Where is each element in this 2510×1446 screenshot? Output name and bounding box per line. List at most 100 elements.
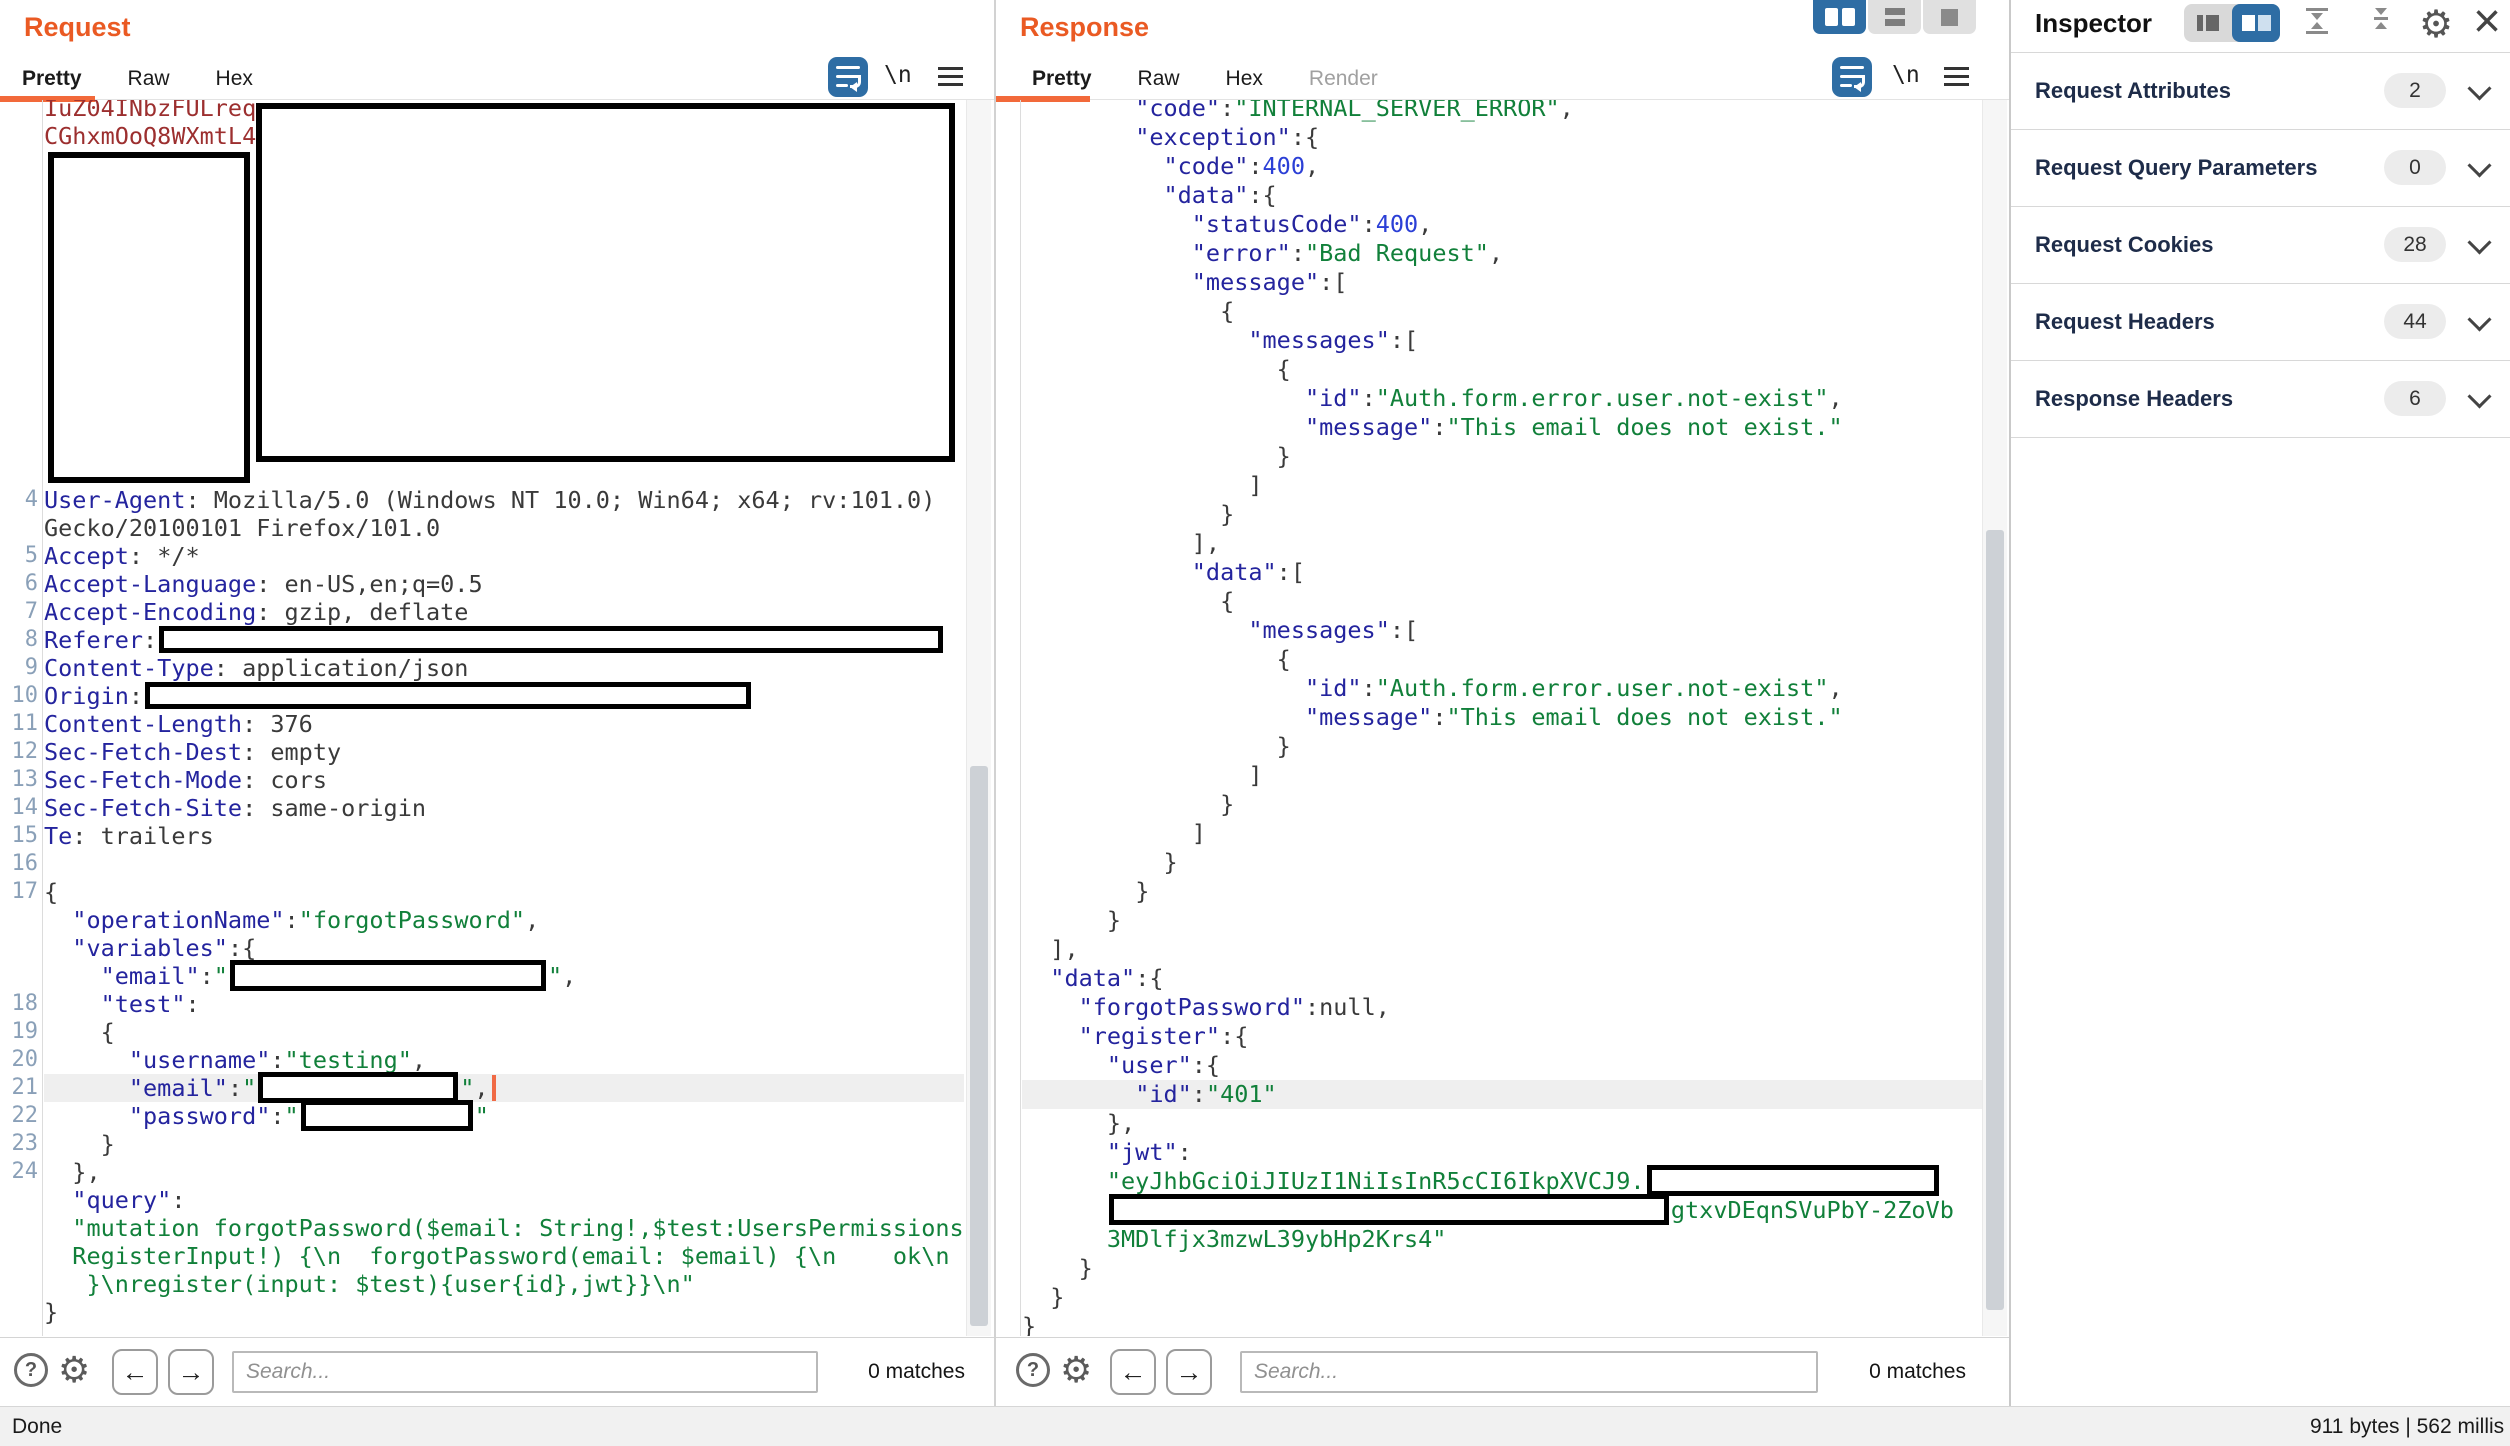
tab-hex[interactable]: Hex	[216, 67, 253, 91]
chevron-down-icon[interactable]	[2467, 384, 2491, 408]
chevron-down-icon[interactable]	[2467, 230, 2491, 254]
tab-hex[interactable]: Hex	[1226, 67, 1263, 91]
help-icon[interactable]: ?	[14, 1353, 48, 1387]
view-toggle-left-icon[interactable]	[2184, 4, 2232, 42]
code-line: "code":"INTERNAL_SERVER_ERROR",	[1022, 100, 1982, 123]
code-line: ],	[1022, 529, 1982, 558]
section-count-badge: 0	[2384, 150, 2446, 185]
hamburger-menu-icon[interactable]	[1944, 67, 1969, 86]
code-line: ]	[1022, 471, 1982, 500]
line-number: 10	[0, 682, 38, 710]
chevron-down-icon[interactable]	[2467, 153, 2491, 177]
view-layout-toggle	[1813, 0, 1976, 34]
layout-single-button[interactable]	[1923, 0, 1976, 34]
code-line: {	[1022, 297, 1982, 326]
request-panel-title: Request	[24, 12, 131, 43]
next-match-button[interactable]: →	[168, 1349, 214, 1395]
gear-icon[interactable]: ⚙	[1060, 1346, 1092, 1394]
prev-match-button[interactable]: ←	[1110, 1349, 1156, 1395]
match-count: 0 matches	[868, 1360, 965, 1384]
code-line: }	[1022, 1254, 1982, 1283]
inspector-section-request-attributes[interactable]: Request Attributes2	[2011, 52, 2510, 130]
request-search-bar: ? ⚙ ← → 0 matches	[0, 1337, 994, 1407]
code-line: 22 "password":""	[44, 1102, 964, 1130]
scrollbar-thumb[interactable]	[1986, 530, 2004, 1310]
tab-pretty[interactable]: Pretty	[1032, 67, 1092, 91]
layout-rows-button[interactable]	[1868, 0, 1921, 34]
line-number: 21	[0, 1074, 38, 1102]
code-line: "error":"Bad Request",	[1022, 239, 1982, 268]
redaction-box	[230, 960, 546, 991]
code-line: "data":{	[1022, 181, 1982, 210]
redaction-box	[256, 103, 955, 462]
line-number: 17	[0, 878, 38, 906]
line-number: 8	[0, 626, 38, 654]
code-line: "variables":{	[44, 934, 964, 962]
inspector-section-request-headers[interactable]: Request Headers44	[2011, 283, 2510, 361]
response-viewer[interactable]: "code":"INTERNAL_SERVER_ERROR", "excepti…	[996, 100, 2010, 1336]
next-match-button[interactable]: →	[1166, 1349, 1212, 1395]
timing-text: 911 bytes | 562 millis	[2310, 1415, 2504, 1439]
tab-render[interactable]: Render	[1309, 67, 1378, 91]
request-editor[interactable]: IuZ04INbzFULreqCGhxmOoQ8WXmtL44User-Agen…	[0, 100, 994, 1336]
word-wrap-icon[interactable]	[1832, 57, 1872, 97]
inspector-section-response-headers[interactable]: Response Headers6	[2011, 360, 2510, 438]
inspector-section-request-cookies[interactable]: Request Cookies28	[2011, 206, 2510, 284]
search-input[interactable]	[232, 1351, 818, 1393]
tab-raw[interactable]: Raw	[1138, 67, 1180, 91]
chevron-down-icon[interactable]	[2467, 307, 2491, 331]
tab-raw[interactable]: Raw	[128, 67, 170, 91]
line-number: 9	[0, 654, 38, 682]
code-line: "message":"This email does not exist."	[1022, 413, 1982, 442]
prev-match-button[interactable]: ←	[112, 1349, 158, 1395]
view-toggle-right-icon[interactable]	[2232, 4, 2280, 42]
layout-columns-button[interactable]	[1813, 0, 1866, 34]
request-panel: Request Pretty Raw Hex \n IuZ04INbzFULreqC…	[0, 0, 996, 1406]
gutter-divider	[42, 100, 43, 1336]
code-line: gtxvDEqnSVuPbY-2ZoVb	[1022, 1196, 1982, 1225]
redaction-box	[258, 1072, 458, 1103]
code-line: "messages":[	[1022, 616, 1982, 645]
code-line: }	[1022, 790, 1982, 819]
line-number: 14	[0, 794, 38, 822]
word-wrap-icon[interactable]	[828, 57, 868, 97]
code-line: {	[1022, 587, 1982, 616]
help-icon[interactable]: ?	[1016, 1353, 1050, 1387]
request-scrollbar[interactable]	[966, 100, 991, 1336]
code-line: 12Sec-Fetch-Dest: empty	[44, 738, 964, 766]
gear-icon[interactable]: ⚙	[58, 1346, 90, 1394]
code-line: 16	[44, 850, 964, 878]
close-icon[interactable]: ×	[2473, 0, 2501, 49]
newline-visibility-icon[interactable]: \n	[1892, 62, 1920, 88]
chevron-down-icon[interactable]	[2467, 76, 2491, 100]
gear-icon[interactable]: ⚙	[2419, 2, 2453, 47]
line-number: 19	[0, 1018, 38, 1046]
response-scrollbar[interactable]	[1982, 100, 2007, 1336]
line-number: 24	[0, 1158, 38, 1186]
code-line: }\nregister(input: $test){user{id},jwt}}…	[44, 1270, 964, 1298]
code-line: 21 "email":"",	[44, 1074, 964, 1102]
code-line: }	[1022, 442, 1982, 471]
inspector-section-request-query-parameters[interactable]: Request Query Parameters0	[2011, 129, 2510, 207]
code-line: "data":{	[1022, 964, 1982, 993]
expand-all-icon[interactable]	[2367, 8, 2395, 29]
code-line: }	[1022, 848, 1982, 877]
code-line: "user":{	[1022, 1051, 1982, 1080]
code-line: 20 "username":"testing",	[44, 1046, 964, 1074]
hamburger-menu-icon[interactable]	[938, 67, 963, 86]
code-line: "forgotPassword":null,	[1022, 993, 1982, 1022]
code-line: "message":"This email does not exist."	[1022, 703, 1982, 732]
code-line: 17{	[44, 878, 964, 906]
code-line: "query":	[44, 1186, 964, 1214]
inspector-view-toggle	[2184, 4, 2280, 42]
collapse-all-icon[interactable]	[2303, 8, 2331, 34]
redaction-box	[48, 152, 250, 483]
newline-visibility-icon[interactable]: \n	[884, 62, 912, 88]
code-line: 18 "test":	[44, 990, 964, 1018]
search-input[interactable]	[1240, 1351, 1818, 1393]
line-number: 6	[0, 570, 38, 598]
tab-pretty[interactable]: Pretty	[22, 67, 82, 91]
code-line: CGhxmOoQ8WXmtL4	[44, 122, 964, 150]
scrollbar-thumb[interactable]	[970, 766, 988, 1326]
code-line: ]	[1022, 761, 1982, 790]
